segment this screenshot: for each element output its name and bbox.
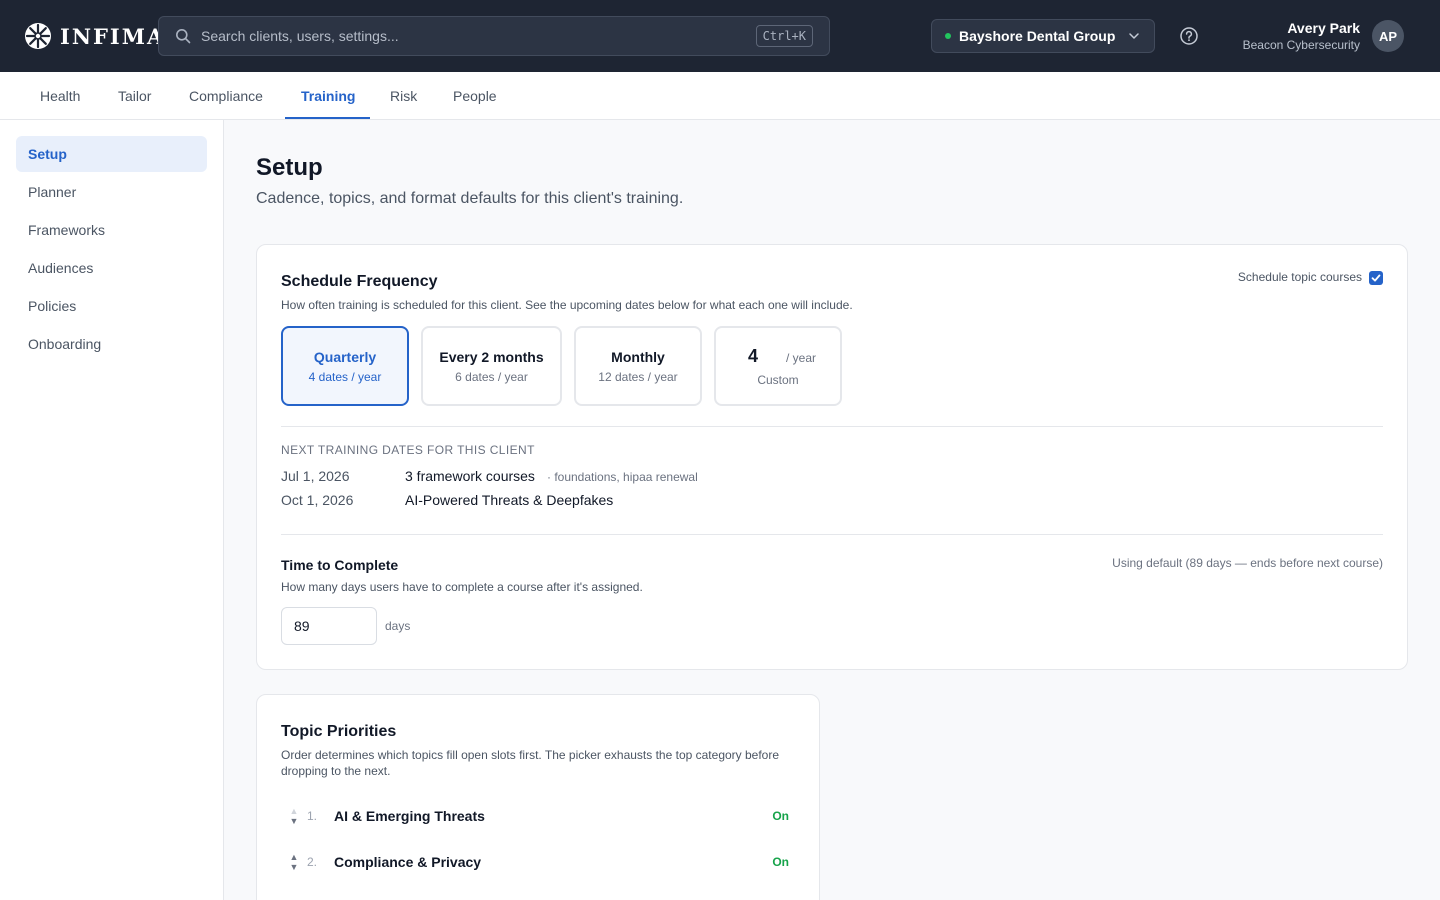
avatar[interactable]: AP xyxy=(1372,20,1404,52)
custom-frequency-input[interactable]: 4 xyxy=(740,346,776,367)
topic-row[interactable]: ▲ ▼ 2. Compliance & Privacy On xyxy=(281,847,797,877)
schedule-topic-courses-label: Schedule topic courses xyxy=(1237,270,1362,284)
time-to-complete-description: How many days users have to complete a c… xyxy=(281,580,643,594)
client-status-dot xyxy=(945,33,951,39)
sidebar-item-setup[interactable]: Setup xyxy=(16,136,207,172)
topic-rank: 1. xyxy=(307,809,318,823)
topic-priorities-title: Topic Priorities xyxy=(281,723,397,740)
top-bar: INFIMA Ctrl+K Bayshore Dental Group Aver… xyxy=(0,0,1440,72)
frequency-option-sub: 6 dates / year xyxy=(455,369,528,384)
topic-rank: 2. xyxy=(307,855,318,869)
move-up-icon[interactable]: ▲ xyxy=(290,806,299,816)
custom-frequency-label: Custom xyxy=(757,372,799,387)
page-subtitle: Cadence, topics, and format defaults for… xyxy=(256,190,684,207)
frequency-option-monthly[interactable]: Monthly 12 dates / year xyxy=(574,326,702,406)
custom-frequency-unit: / year xyxy=(785,350,816,365)
topic-priorities-card: Topic Priorities Order determines which … xyxy=(256,694,820,900)
page-title: Setup xyxy=(256,154,323,181)
time-to-complete-default-note: Using default (89 days — ends before nex… xyxy=(1112,556,1383,570)
active-tab-indicator xyxy=(285,117,370,119)
days-to-complete-input[interactable] xyxy=(281,607,377,645)
search-icon xyxy=(175,28,191,44)
frequency-option-sub: 12 dates / year xyxy=(598,369,678,384)
tab-compliance[interactable]: Compliance xyxy=(189,72,263,119)
sidebar-item-policies[interactable]: Policies xyxy=(16,288,207,324)
tab-tailor[interactable]: Tailor xyxy=(118,72,151,119)
user-menu[interactable]: Avery Park Beacon Cybersecurity xyxy=(1243,20,1360,54)
schedule-card: Schedule Frequency How often training is… xyxy=(256,244,1408,670)
move-down-icon[interactable]: ▼ xyxy=(290,862,299,872)
client-selector-value: Bayshore Dental Group xyxy=(959,28,1116,44)
time-to-complete-title: Time to Complete xyxy=(281,557,399,573)
reorder-handle[interactable]: ▲ ▼ xyxy=(289,847,299,877)
reorder-handle[interactable]: ▲ ▼ xyxy=(289,801,299,831)
sidebar-item-planner[interactable]: Planner xyxy=(16,174,207,210)
topic-status-toggle[interactable]: On xyxy=(772,809,789,823)
next-date: Jul 1, 2026 xyxy=(281,468,350,484)
section-tabs: Health Tailor Compliance Training Risk P… xyxy=(0,72,1440,120)
frequency-option-title: Monthly xyxy=(611,348,665,365)
search-shortcut-hint: Ctrl+K xyxy=(755,25,813,47)
next-date-row: Oct 1, 2026 AI-Powered Threats & Deepfak… xyxy=(281,492,981,512)
sidebar-item-onboarding[interactable]: Onboarding xyxy=(16,326,207,362)
user-name: Avery Park xyxy=(1287,20,1360,36)
reorder-handle[interactable]: ▲ xyxy=(289,891,299,900)
sidebar-item-audiences[interactable]: Audiences xyxy=(16,250,207,286)
chevron-down-icon xyxy=(1128,30,1140,42)
days-unit-label: days xyxy=(385,619,411,633)
topic-priorities-description: Order determines which topics fill open … xyxy=(281,748,780,778)
snowflake-logo-icon xyxy=(24,22,52,50)
frequency-option-title: Every 2 months xyxy=(439,348,544,365)
topic-name: Compliance & Privacy xyxy=(334,854,482,870)
move-down-icon[interactable]: ▼ xyxy=(290,816,299,826)
section-divider xyxy=(281,534,1383,535)
frequency-option-custom[interactable]: 4 / year Custom xyxy=(714,326,842,406)
next-date-note: · foundations, hipaa renewal xyxy=(547,470,698,484)
brand-name: INFIMA xyxy=(60,23,166,49)
topic-row[interactable]: ▲ ▼ 1. AI & Emerging Threats On xyxy=(281,801,797,831)
brand-logo[interactable]: INFIMA xyxy=(24,21,165,51)
sidebar-item-frameworks[interactable]: Frameworks xyxy=(16,212,207,248)
topic-status-toggle[interactable]: On xyxy=(772,855,789,869)
tab-risk[interactable]: Risk xyxy=(390,72,417,119)
section-divider xyxy=(281,426,1383,427)
tab-people[interactable]: People xyxy=(453,72,497,119)
frequency-option-every-2-months[interactable]: Every 2 months 6 dates / year xyxy=(421,326,562,406)
schedule-topic-courses-checkbox[interactable] xyxy=(1369,271,1383,285)
frequency-option-title: Quarterly xyxy=(313,348,377,365)
help-icon[interactable] xyxy=(1178,25,1200,47)
user-org: Beacon Cybersecurity xyxy=(1242,38,1360,52)
tab-training[interactable]: Training xyxy=(301,72,355,119)
search-input[interactable] xyxy=(201,28,741,44)
next-date-row: Jul 1, 2026 3 framework courses · founda… xyxy=(281,468,981,488)
move-up-icon[interactable]: ▲ xyxy=(290,852,299,862)
tab-health[interactable]: Health xyxy=(40,72,80,119)
frequency-option-sub: 4 dates / year xyxy=(308,369,382,384)
global-search[interactable]: Ctrl+K xyxy=(158,16,830,56)
topic-name: AI & Emerging Threats xyxy=(334,808,485,824)
sidebar: Setup Planner Frameworks Audiences Polic… xyxy=(0,120,224,900)
next-date-content: AI-Powered Threats & Deepfakes xyxy=(405,492,614,508)
client-selector[interactable]: Bayshore Dental Group xyxy=(931,19,1155,53)
checkmark-icon xyxy=(1371,274,1381,282)
schedule-frequency-title: Schedule Frequency xyxy=(281,273,438,290)
topic-row[interactable]: ▲ xyxy=(281,891,797,900)
next-date-content: 3 framework courses xyxy=(405,468,535,484)
next-date: Oct 1, 2026 xyxy=(281,492,354,508)
next-dates-heading: NEXT TRAINING DATES FOR THIS CLIENT xyxy=(281,443,535,457)
frequency-option-quarterly[interactable]: Quarterly 4 dates / year xyxy=(281,326,409,406)
schedule-frequency-description: How often training is scheduled for this… xyxy=(281,298,853,312)
